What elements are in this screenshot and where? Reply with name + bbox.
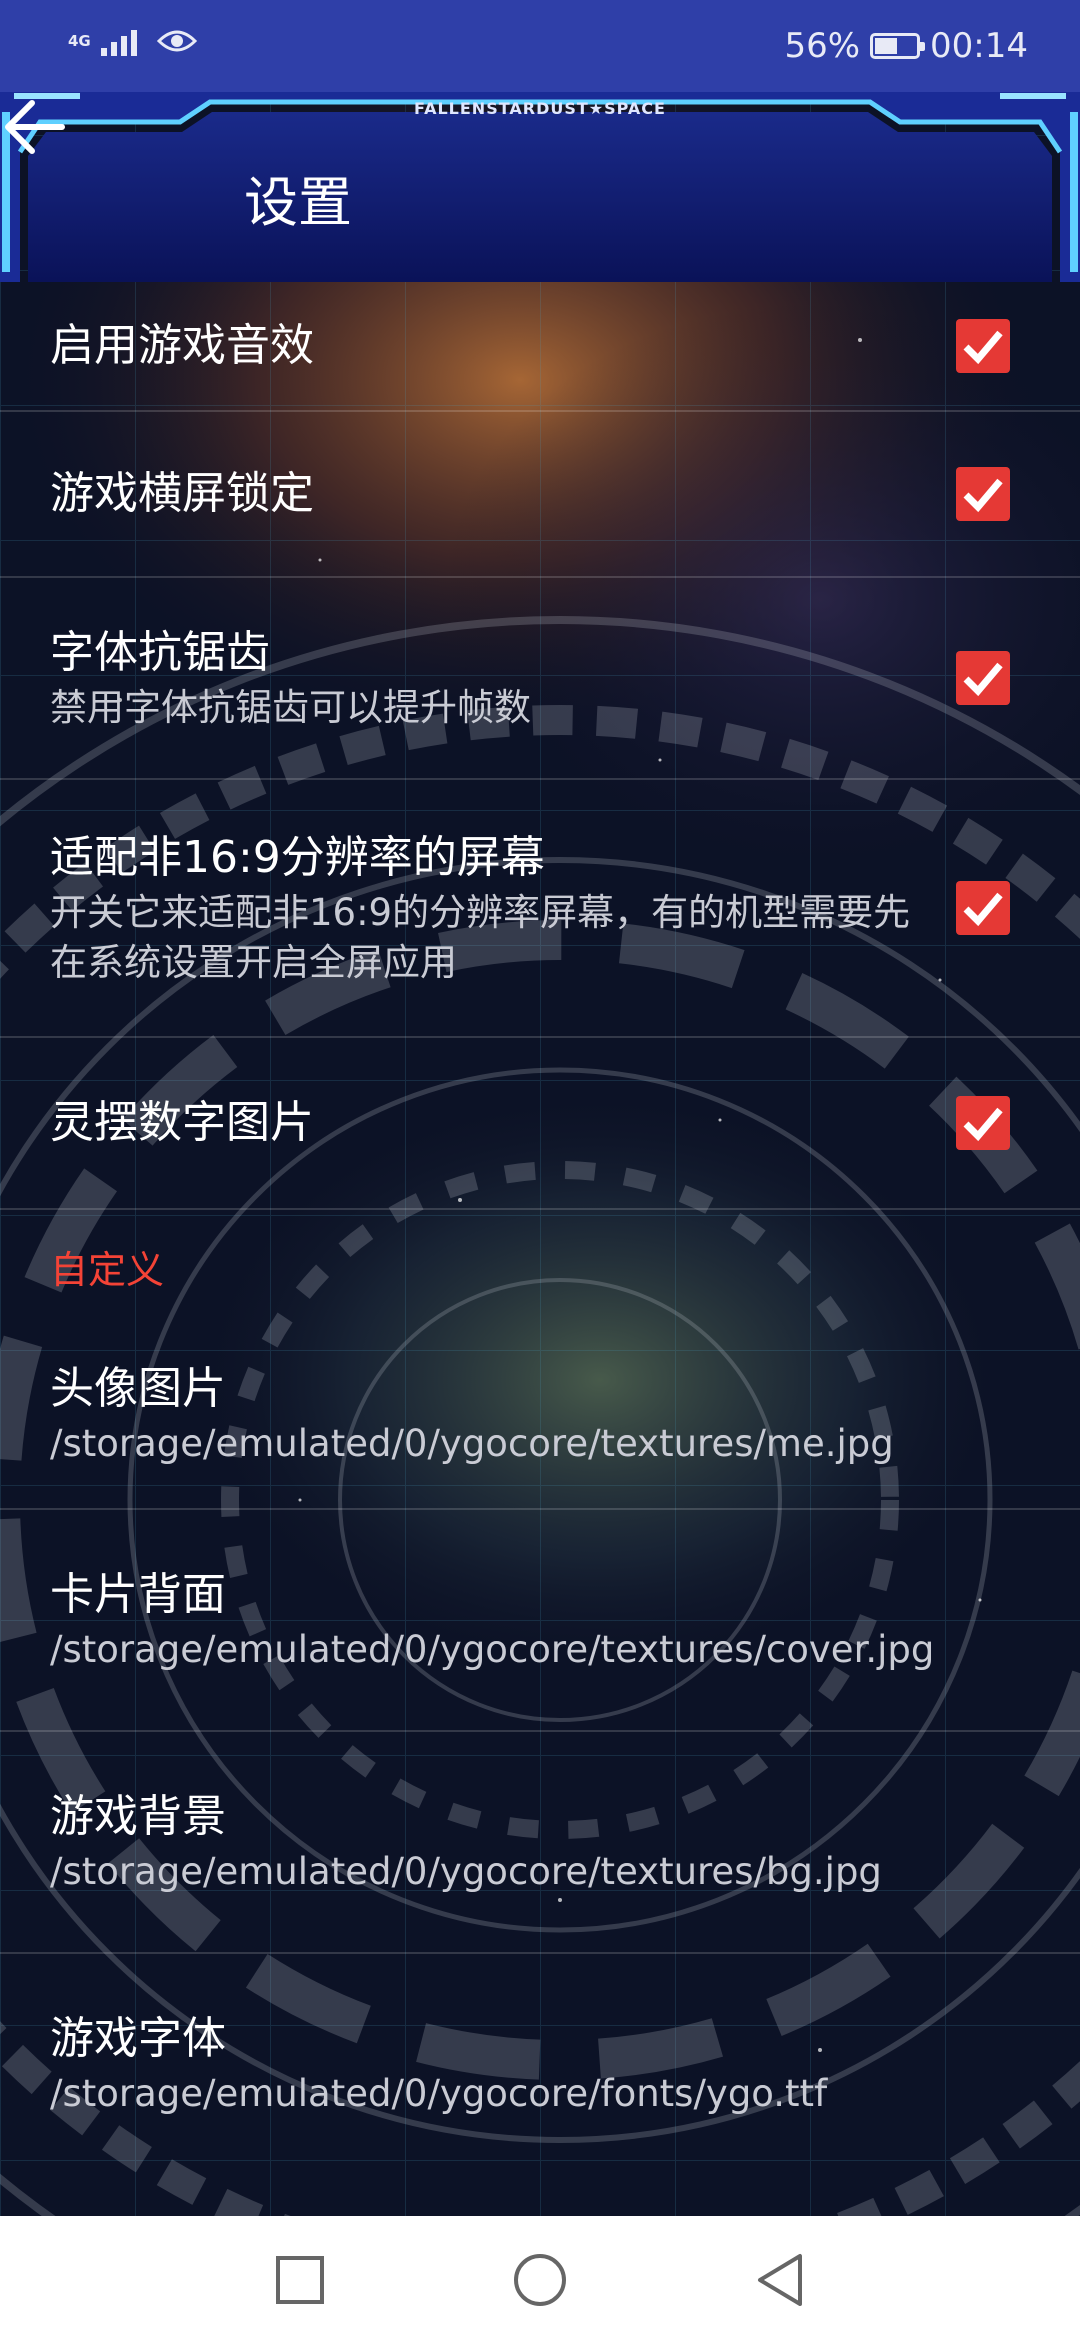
checkbox-checked-icon[interactable] <box>956 319 1010 373</box>
app-bar: FALLENSTARDUST★SPACE 设置 <box>0 92 1080 282</box>
section-header-custom: 自定义 <box>50 1248 165 1292</box>
custom-path: /storage/emulated/0/ygocore/textures/me.… <box>50 1422 894 1465</box>
setting-subtitle: 禁用字体抗锯齿可以提升帧数 <box>50 686 531 729</box>
custom-row-avatar[interactable]: 头像图片 /storage/emulated/0/ygocore/texture… <box>0 1320 1080 1508</box>
custom-title: 头像图片 <box>50 1363 226 1414</box>
brand-label: FALLENSTARDUST★SPACE <box>414 99 666 118</box>
custom-row-card-back[interactable]: 卡片背面 /storage/emulated/0/ygocore/texture… <box>0 1510 1080 1730</box>
custom-path: /storage/emulated/0/ygocore/textures/bg.… <box>50 1850 882 1893</box>
triangle-back-icon[interactable] <box>750 2250 810 2310</box>
arrow-left-icon[interactable] <box>0 92 70 162</box>
checkbox-checked-icon[interactable] <box>956 467 1010 521</box>
checkbox-checked-icon[interactable] <box>956 1096 1010 1150</box>
app-bar-frame <box>0 92 1080 282</box>
checkbox-checked-icon[interactable] <box>956 651 1010 705</box>
custom-path: /storage/emulated/0/ygocore/fonts/ygo.tt… <box>50 2072 828 2115</box>
eye-comfort-icon <box>156 30 197 52</box>
setting-title: 字体抗锯齿 <box>50 627 270 678</box>
checkbox-checked-icon[interactable] <box>956 881 1010 935</box>
custom-title: 卡片背面 <box>50 1569 226 1620</box>
status-right: 56% 00:14 <box>784 26 1028 66</box>
circle-icon[interactable] <box>510 2250 570 2310</box>
setting-title: 启用游戏音效 <box>50 320 314 371</box>
clock: 00:14 <box>930 26 1028 66</box>
setting-title: 灵摆数字图片 <box>50 1097 314 1148</box>
status-bar: 4G 56% 00:14 <box>0 0 1080 92</box>
setting-title: 游戏横屏锁定 <box>50 468 314 519</box>
custom-row-game-font[interactable]: 游戏字体 /storage/emulated/0/ygocore/fonts/y… <box>0 1954 1080 2174</box>
setting-row-landscape-lock[interactable]: 游戏横屏锁定 <box>0 412 1080 576</box>
square-icon[interactable] <box>270 2250 330 2310</box>
setting-row-font-antialias[interactable]: 字体抗锯齿 禁用字体抗锯齿可以提升帧数 <box>0 578 1080 778</box>
custom-title: 游戏背景 <box>50 1791 226 1842</box>
setting-title: 适配非16:9分辨率的屏幕 <box>50 832 545 883</box>
custom-title: 游戏字体 <box>50 2013 226 2064</box>
battery-percent: 56% <box>784 26 861 66</box>
battery-icon <box>870 33 926 59</box>
setting-subtitle: 开关它来适配非16:9的分辨率屏幕，有的机型需要先在系统设置开启全屏应用 <box>50 891 911 984</box>
custom-path: /storage/emulated/0/ygocore/textures/cov… <box>50 1628 935 1671</box>
setting-row-aspect-ratio[interactable]: 适配非16:9分辨率的屏幕 开关它来适配非16:9的分辨率屏幕，有的机型需要先在… <box>0 780 1080 1036</box>
status-left: 4G <box>68 26 197 56</box>
setting-row-pendulum-images[interactable]: 灵摆数字图片 <box>0 1038 1080 1208</box>
signal-icon <box>100 30 137 56</box>
page-title: 设置 <box>244 171 352 234</box>
navigation-bar <box>0 2216 1080 2340</box>
battery-fill <box>875 38 898 54</box>
custom-row-game-background[interactable]: 游戏背景 /storage/emulated/0/ygocore/texture… <box>0 1732 1080 1952</box>
settings-list: 启用游戏音效 游戏横屏锁定 字体抗锯齿 禁用字体抗锯齿可以提升帧数 适配非16:… <box>0 282 1080 2174</box>
network-type: 4G <box>68 31 91 50</box>
setting-row-game-sound[interactable]: 启用游戏音效 <box>0 282 1080 410</box>
